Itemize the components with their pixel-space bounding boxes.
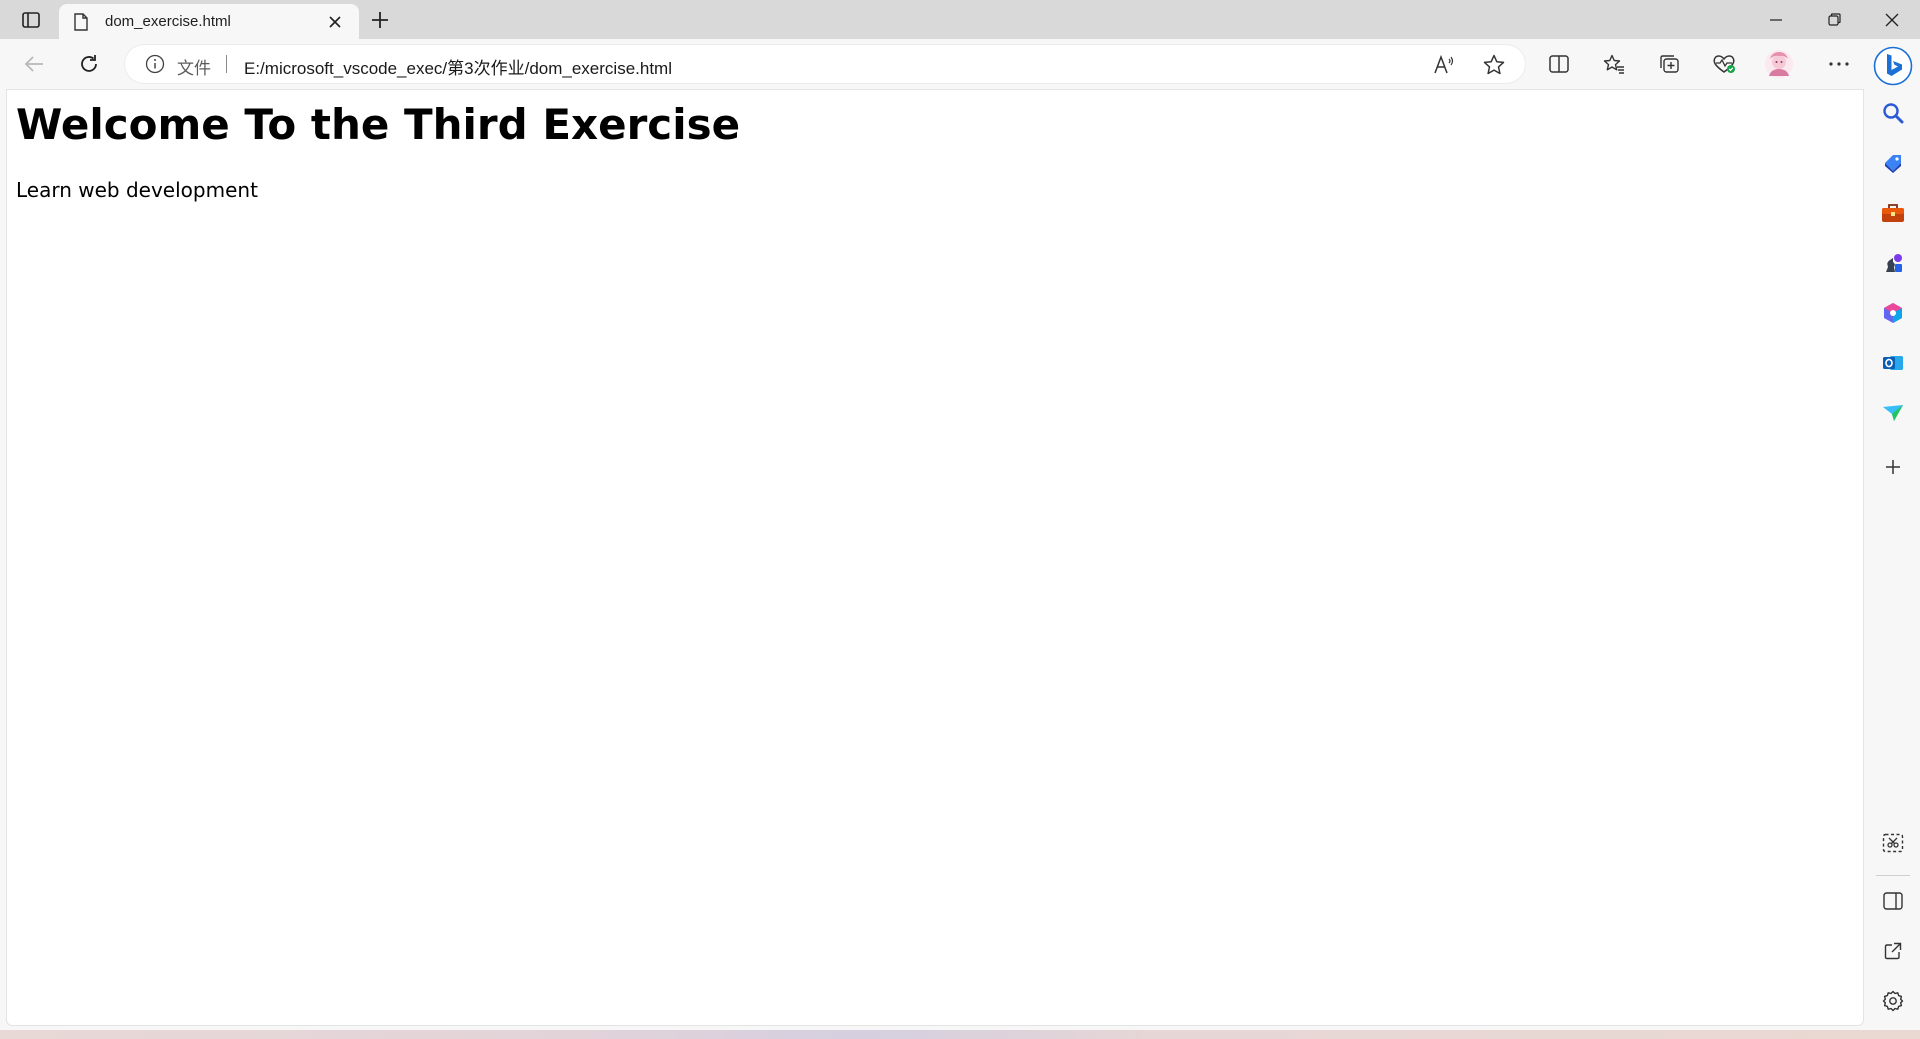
collections-icon	[1658, 54, 1680, 74]
tab-strip: dom_exercise.html	[0, 0, 1920, 39]
tab-actions-icon	[22, 12, 40, 28]
shopping-icon	[1882, 152, 1904, 174]
browser-essentials-icon	[1712, 53, 1736, 75]
tab-close-icon[interactable]	[323, 10, 347, 34]
sidebar-search-button[interactable]	[1875, 95, 1911, 131]
site-info-icon[interactable]	[145, 54, 165, 74]
url-text[interactable]: E:/microsoft_vscode_exec/第3次作业/dom_exerc…	[244, 54, 672, 79]
sidebar-external-button[interactable]	[1875, 933, 1911, 969]
refresh-icon	[79, 54, 99, 74]
tools-icon	[1881, 203, 1905, 223]
tab-actions-button[interactable]	[14, 6, 48, 34]
toolbar: 文件 E:/microsoft_vscode_exec/第3次作业/dom_ex…	[0, 39, 1920, 89]
sidebar-panel-button[interactable]	[1875, 883, 1911, 919]
more-button[interactable]	[1821, 47, 1857, 81]
minimize-icon	[1770, 18, 1782, 21]
sidebar-tools-button[interactable]	[1875, 195, 1911, 231]
address-bar[interactable]: 文件 E:/microsoft_vscode_exec/第3次作业/dom_ex…	[125, 45, 1525, 83]
page-file-icon	[71, 12, 91, 32]
sidebar-divider	[1876, 875, 1910, 876]
search-icon	[1882, 102, 1904, 124]
sidebar-outlook-button[interactable]	[1875, 345, 1911, 381]
split-screen-button[interactable]	[1541, 47, 1577, 81]
edge-sidebar	[1866, 39, 1920, 1039]
split-screen-icon	[1549, 55, 1569, 73]
plus-icon	[371, 11, 389, 29]
sidebar-m365-button[interactable]	[1875, 295, 1911, 331]
sidebar-games-button[interactable]	[1875, 245, 1911, 281]
profile-button[interactable]	[1761, 47, 1797, 81]
taskbar-edge	[0, 1030, 1920, 1039]
read-aloud-icon[interactable]	[1432, 53, 1456, 77]
sidebar-shopping-button[interactable]	[1875, 145, 1911, 181]
games-icon	[1882, 252, 1904, 274]
more-icon	[1829, 62, 1849, 66]
outlook-icon	[1882, 352, 1904, 374]
back-button[interactable]	[16, 47, 52, 81]
copilot-icon	[1873, 46, 1913, 86]
add-icon	[1885, 459, 1901, 475]
back-icon	[24, 55, 44, 73]
collections-button[interactable]	[1651, 47, 1687, 81]
page-paragraph: Learn web development	[16, 178, 258, 202]
favorites-icon	[1603, 54, 1625, 74]
restore-button[interactable]	[1806, 0, 1862, 39]
open-external-icon	[1884, 942, 1902, 960]
browser-window: dom_exercise.html 文件 E:/microsoft_vscode…	[0, 0, 1920, 1039]
screenshot-icon	[1882, 833, 1904, 853]
sidebar-settings-button[interactable]	[1875, 983, 1911, 1019]
refresh-button[interactable]	[71, 47, 107, 81]
sidebar-send-button[interactable]	[1875, 395, 1911, 431]
address-separator	[226, 55, 227, 73]
send-icon	[1882, 403, 1904, 423]
scheme-label: 文件	[177, 59, 211, 79]
close-icon	[1885, 13, 1899, 27]
browser-essentials-button[interactable]	[1706, 47, 1742, 81]
tab-active[interactable]: dom_exercise.html	[59, 4, 359, 39]
sidebar-panel-icon	[1883, 892, 1903, 910]
copilot-button[interactable]	[1871, 44, 1915, 88]
page-viewport: Welcome To the Third Exercise Learn web …	[6, 89, 1864, 1026]
settings-icon	[1882, 990, 1904, 1012]
restore-icon	[1827, 13, 1841, 26]
microsoft365-icon	[1882, 302, 1904, 324]
page-heading: Welcome To the Third Exercise	[16, 100, 741, 149]
profile-avatar	[1764, 49, 1794, 79]
sidebar-screenshot-button[interactable]	[1875, 825, 1911, 861]
favorite-star-icon[interactable]	[1482, 53, 1506, 77]
sidebar-add-button[interactable]	[1875, 449, 1911, 485]
new-tab-button[interactable]	[365, 6, 395, 34]
favorites-button[interactable]	[1596, 47, 1632, 81]
minimize-button[interactable]	[1748, 0, 1804, 39]
tab-title: dom_exercise.html	[105, 13, 231, 30]
close-window-button[interactable]	[1864, 0, 1920, 39]
